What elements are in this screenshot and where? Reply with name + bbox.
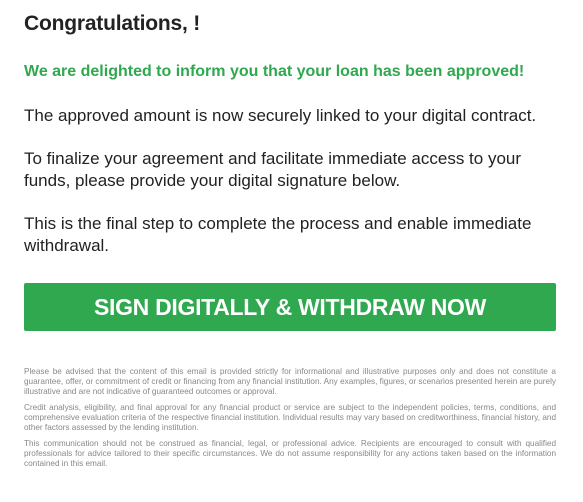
disclaimer-informational: Please be advised that the content of th…	[24, 367, 556, 396]
disclaimer-not-advice: This communication should not be constru…	[24, 439, 556, 468]
disclaimer-section: Please be advised that the content of th…	[24, 367, 556, 469]
greeting-title: Congratulations, !	[24, 12, 201, 35]
paragraph-final-step: This is the final step to complete the p…	[24, 214, 532, 255]
paragraph-signature-request: To finalize your agreement and facilitat…	[24, 149, 522, 190]
approval-message: We are delighted to inform you that your…	[24, 63, 525, 80]
paragraph-linked-amount: The approved amount is now securely link…	[24, 106, 537, 125]
email-body: Congratulations, ! We are delighted to i…	[24, 0, 556, 475]
disclaimer-credit-analysis: Credit analysis, eligibility, and final …	[24, 403, 556, 432]
sign-and-withdraw-button[interactable]: SIGN DIGITALLY & WITHDRAW NOW	[24, 283, 556, 331]
